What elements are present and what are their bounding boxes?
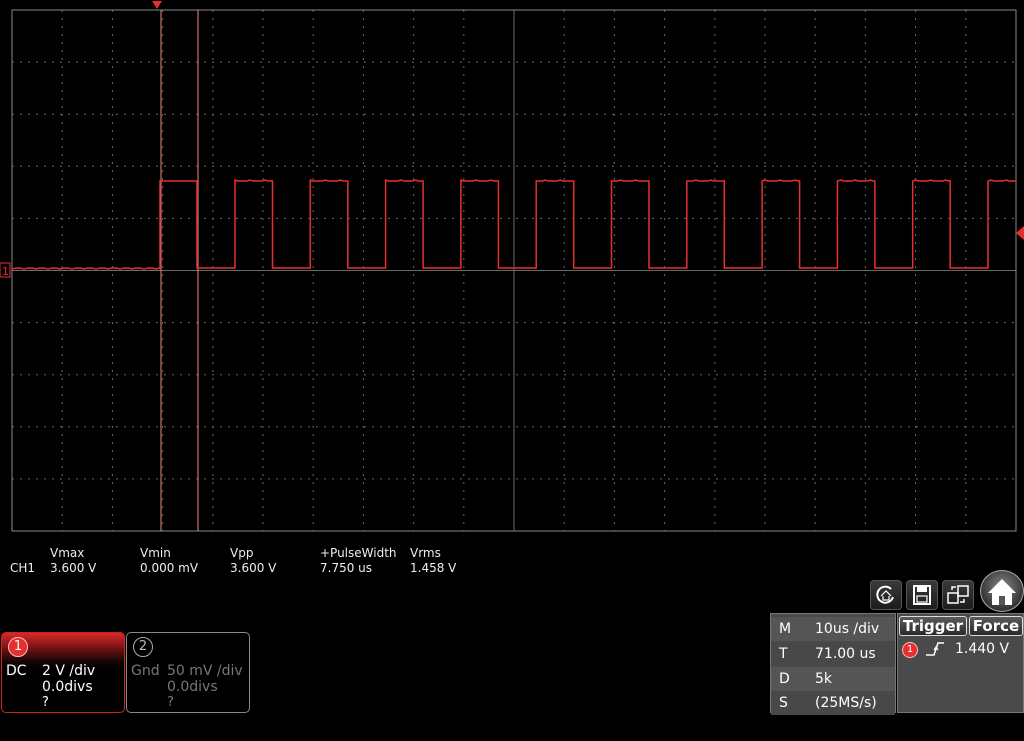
channel-1-card[interactable]: 1 DC 2 V /div 0.0divs ? bbox=[1, 632, 125, 713]
force-button[interactable]: Force bbox=[969, 616, 1023, 636]
timebase-row-m[interactable]: M 10us /div bbox=[771, 617, 895, 641]
timebase-key: S bbox=[779, 695, 788, 711]
measurement-row-label-col: CH1 bbox=[10, 546, 35, 576]
channel-2-scale: 50 mV /div bbox=[167, 663, 243, 679]
timebase-value: 10us /div bbox=[815, 621, 880, 637]
timebase-value: (25MS/s) bbox=[815, 695, 877, 711]
measurement-vpp: Vpp 3.600 V bbox=[230, 546, 276, 576]
measurement-name: +PulseWidth bbox=[320, 546, 397, 560]
channel-1-badge: 1 bbox=[8, 637, 28, 657]
trigger-panel: Trigger Force 1 1.440 V bbox=[897, 613, 1024, 713]
channel-1-probe: ? bbox=[42, 695, 49, 710]
timebase-value: 71.00 us bbox=[815, 646, 876, 662]
share-button[interactable] bbox=[942, 580, 974, 610]
channel-2-card[interactable]: 2 Gnd 50 mV /div 0.0divs ? bbox=[126, 632, 250, 713]
measurement-value: 3.600 V bbox=[230, 561, 277, 575]
measurement-row-label: CH1 bbox=[10, 561, 36, 575]
channel-1-coupling: DC bbox=[6, 663, 27, 679]
timebase-row-t[interactable]: T 71.00 us bbox=[771, 642, 895, 666]
trigger-button[interactable]: Trigger bbox=[899, 616, 967, 636]
timebase-row-d[interactable]: D 5k bbox=[771, 667, 895, 691]
autoset-icon bbox=[876, 585, 894, 604]
measurement-vmax: Vmax 3.600 V bbox=[50, 546, 96, 576]
share-icon bbox=[947, 585, 969, 604]
timebase-key: D bbox=[779, 671, 790, 687]
timebase-value: 5k bbox=[815, 671, 833, 687]
save-icon bbox=[913, 585, 931, 605]
autoset-button[interactable] bbox=[870, 580, 902, 610]
measurement-vrms: Vrms 1.458 V bbox=[410, 546, 456, 576]
home-icon bbox=[988, 579, 1016, 605]
timebase-panel[interactable]: M 10us /div T 71.00 us D 5k S (25MS/s) bbox=[770, 613, 896, 715]
channel-2-probe: ? bbox=[167, 695, 174, 710]
rising-edge-icon bbox=[926, 642, 944, 656]
channel-1-scale: 2 V /div bbox=[42, 663, 96, 679]
measurement-value: 0.000 mV bbox=[140, 561, 199, 575]
measurement-name: Vmax bbox=[50, 546, 85, 560]
home-button[interactable] bbox=[980, 570, 1024, 612]
channel-2-badge: 2 bbox=[133, 637, 153, 657]
toolbar bbox=[868, 570, 1024, 612]
measurement-vmin: Vmin 0.000 mV bbox=[140, 546, 198, 576]
timebase-key: T bbox=[779, 646, 788, 662]
channel-2-coupling: Gnd bbox=[131, 663, 160, 679]
graticule bbox=[11, 9, 1017, 532]
trigger-position-marker[interactable] bbox=[152, 1, 162, 9]
measurement-pulse-width: +PulseWidth 7.750 us bbox=[320, 546, 397, 576]
trigger-level-marker[interactable] bbox=[1016, 226, 1024, 240]
channel-2-offset: 0.0divs bbox=[167, 679, 218, 695]
measurement-name: Vrms bbox=[410, 546, 441, 560]
waveform-display[interactable]: 1 bbox=[0, 0, 1024, 540]
save-button[interactable] bbox=[906, 580, 938, 610]
measurement-name: Vpp bbox=[230, 546, 254, 560]
trigger-level: 1.440 V bbox=[955, 641, 1010, 657]
measurement-value: 3.600 V bbox=[50, 561, 97, 575]
trigger-source-badge: 1 bbox=[902, 642, 918, 658]
measurement-value: 7.750 us bbox=[320, 561, 373, 575]
timebase-key: M bbox=[779, 621, 792, 637]
timebase-row-s[interactable]: S (25MS/s) bbox=[771, 691, 895, 715]
measurement-value: 1.458 V bbox=[410, 561, 457, 575]
measurement-name: Vmin bbox=[140, 546, 171, 560]
channel-1-offset: 0.0divs bbox=[42, 679, 93, 695]
ch1-ground-marker: 1 bbox=[2, 265, 9, 278]
